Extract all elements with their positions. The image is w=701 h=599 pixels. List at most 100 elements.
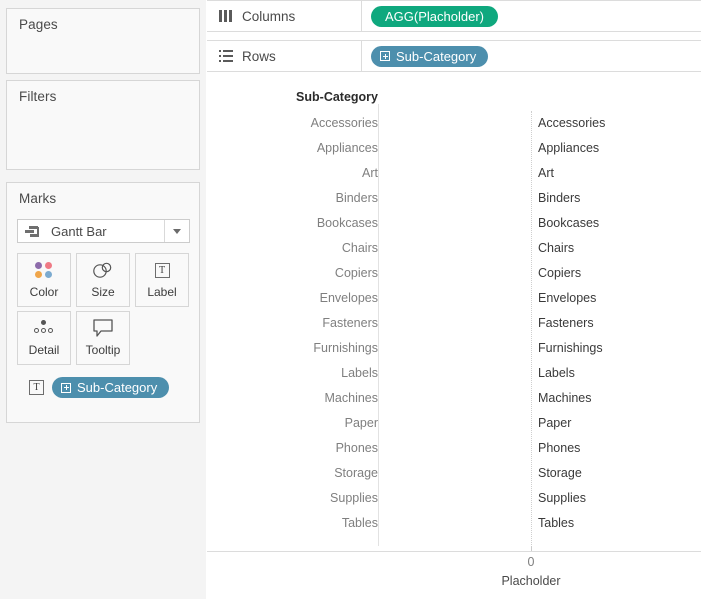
marks-card-title: Marks	[19, 191, 57, 206]
mark-type-dropdown[interactable]: Gantt Bar	[17, 219, 190, 243]
mark-row[interactable]: Accessories	[379, 111, 701, 136]
mark-label: Accessories	[538, 116, 606, 130]
marks-sub-category-pill-label: Sub-Category	[77, 380, 158, 395]
text-label-icon: T	[29, 380, 44, 395]
row-header[interactable]: Storage	[207, 461, 378, 486]
pages-card-title: Pages	[19, 17, 58, 32]
row-header[interactable]: Labels	[207, 361, 378, 386]
marks-detail-button[interactable]: Detail	[17, 311, 71, 365]
mark-label: Machines	[538, 391, 592, 405]
rows-sub-category-pill[interactable]: Sub-Category	[371, 45, 489, 67]
row-header[interactable]: Bookcases	[207, 211, 378, 236]
mark-row[interactable]: Phones	[379, 436, 701, 461]
mark-label: Bookcases	[538, 216, 600, 230]
mark-row[interactable]: Labels	[379, 361, 701, 386]
row-header[interactable]: Supplies	[207, 486, 378, 511]
x-axis-title[interactable]: Placholder	[461, 574, 601, 588]
mark-label: Appliances	[538, 141, 600, 155]
row-header-list: Accessories Appliances Art Binders Bookcases…	[207, 111, 378, 536]
columns-pill-label: AGG(Placholder)	[385, 8, 484, 24]
mark-label: Paper	[538, 416, 572, 430]
mark-row[interactable]: Bookcases	[379, 211, 701, 236]
mark-row[interactable]: Supplies	[379, 486, 701, 511]
row-header[interactable]: Binders	[207, 186, 378, 211]
rows-icon	[219, 50, 233, 62]
filters-card-title: Filters	[19, 89, 57, 104]
size-circles-icon	[77, 254, 129, 286]
mark-label: Binders	[538, 191, 581, 205]
row-header[interactable]: Tables	[207, 511, 378, 536]
columns-agg-placholder-pill[interactable]: AGG(Placholder)	[371, 5, 498, 27]
expand-plus-icon[interactable]	[61, 382, 71, 393]
mark-row[interactable]: Envelopes	[379, 286, 701, 311]
mark-label: Furnishings	[538, 341, 603, 355]
mark-row[interactable]: Binders	[379, 186, 701, 211]
left-sidebar: Pages Filters Marks Gantt Bar Color Size…	[0, 0, 206, 599]
mark-label: Phones	[538, 441, 581, 455]
mark-label: Storage	[538, 466, 582, 480]
rows-pill-container: Sub-Category	[371, 45, 489, 67]
row-header[interactable]: Phones	[207, 436, 378, 461]
mark-row[interactable]: Machines	[379, 386, 701, 411]
x-axis-line	[207, 551, 701, 552]
text-label-icon: T	[136, 254, 188, 286]
mark-row[interactable]: Fasteners	[379, 311, 701, 336]
rows-shelf[interactable]: Rows Sub-Category	[207, 40, 701, 72]
mark-label: Copiers	[538, 266, 582, 280]
marks-card[interactable]: Marks Gantt Bar Color Size T Label Detai…	[6, 182, 200, 423]
columns-shelf-label: Columns	[207, 1, 362, 31]
marks-label-label: Label	[147, 285, 177, 299]
marks-tooltip-label: Tooltip	[85, 343, 121, 357]
mark-row[interactable]: Tables	[379, 511, 701, 536]
row-header[interactable]: Paper	[207, 411, 378, 436]
detail-dots-icon	[18, 312, 70, 344]
marks-label-shelf-row: T Sub-Category	[29, 377, 170, 398]
row-header[interactable]: Appliances	[207, 136, 378, 161]
marks-color-label: Color	[29, 285, 59, 299]
columns-shelf-text: Columns	[242, 8, 296, 24]
mark-row[interactable]: Paper	[379, 411, 701, 436]
mark-row[interactable]: Copiers	[379, 261, 701, 286]
marks-size-button[interactable]: Size	[76, 253, 130, 307]
mark-label: Chairs	[538, 241, 575, 255]
filters-card[interactable]: Filters	[6, 80, 200, 170]
visualization-canvas[interactable]: Sub-Category Accessories Appliances Art Bin…	[207, 74, 701, 599]
marks-size-label: Size	[91, 285, 115, 299]
row-header[interactable]: Machines	[207, 386, 379, 411]
marks-sub-category-pill[interactable]: Sub-Category	[52, 377, 170, 398]
color-dots-icon	[18, 254, 70, 286]
mark-row[interactable]: Furnishings	[379, 336, 701, 361]
mark-label: Supplies	[538, 491, 586, 505]
gantt-bar-icon	[24, 223, 46, 239]
rows-pill-label: Sub-Category	[396, 48, 477, 64]
mark-label: Fasteners	[538, 316, 594, 330]
row-header[interactable]: Furnishings	[207, 336, 378, 361]
chevron-down-icon[interactable]	[164, 220, 189, 242]
row-field-header[interactable]: Sub-Category	[207, 90, 378, 104]
rows-shelf-label: Rows	[207, 41, 362, 71]
marks-detail-label: Detail	[28, 343, 60, 357]
mark-row[interactable]: Storage	[379, 461, 701, 486]
mark-row[interactable]: Art	[379, 161, 701, 186]
mark-row[interactable]: Chairs	[379, 236, 701, 261]
columns-icon	[219, 10, 233, 22]
expand-plus-icon[interactable]	[380, 51, 390, 61]
marks-color-button[interactable]: Color	[17, 253, 71, 307]
row-header[interactable]: Envelopes	[207, 286, 378, 311]
row-header[interactable]: Art	[207, 161, 378, 186]
mark-label: Labels	[538, 366, 575, 380]
pages-card[interactable]: Pages	[6, 8, 200, 74]
marks-tooltip-button[interactable]: Tooltip	[76, 311, 130, 365]
row-header[interactable]: Chairs	[207, 236, 378, 261]
x-axis-tick-label: 0	[527, 555, 535, 569]
mark-type-label: Gantt Bar	[51, 223, 107, 239]
row-header[interactable]: Accessories	[207, 111, 378, 136]
columns-shelf[interactable]: Columns AGG(Placholder)	[207, 0, 701, 32]
marks-label-button[interactable]: T Label	[135, 253, 189, 307]
mark-label: Tables	[538, 516, 575, 530]
plot-area[interactable]: Accessories Appliances Art Binders Bookcases…	[379, 111, 701, 551]
mark-row[interactable]: Appliances	[379, 136, 701, 161]
mark-label: Envelopes	[538, 291, 597, 305]
row-header[interactable]: Fasteners	[207, 311, 378, 336]
row-header[interactable]: Copiers	[207, 261, 378, 286]
